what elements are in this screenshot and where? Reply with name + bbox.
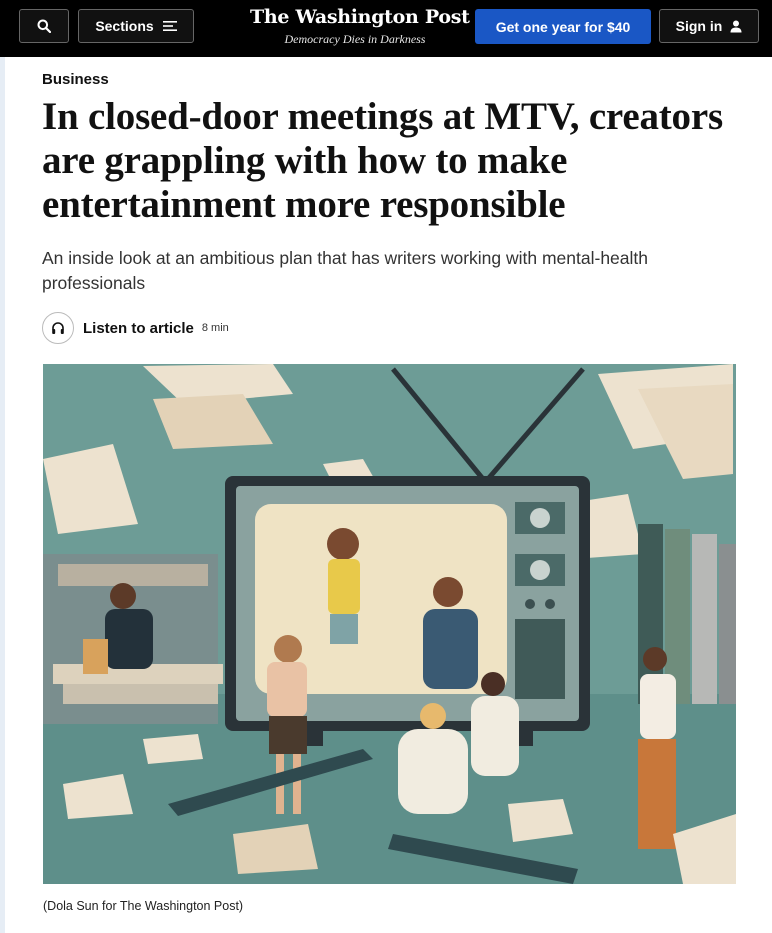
subscribe-button[interactable]: Get one year for $40 xyxy=(475,9,651,44)
article-headline: In closed-door meetings at MTV, creators… xyxy=(42,95,723,226)
page-edge xyxy=(0,0,5,933)
masthead-tagline: Democracy Dies in Darkness xyxy=(284,32,426,46)
masthead[interactable]: The Washington Post Democracy Dies in Da… xyxy=(250,3,470,47)
image-caption: (Dola Sun for The Washington Post) xyxy=(43,899,244,913)
illustration-art xyxy=(43,364,736,884)
headphones-icon-circle[interactable] xyxy=(42,312,74,344)
listen-label: Listen to article xyxy=(83,319,194,337)
hamburger-icon xyxy=(162,21,177,31)
article-section-kicker[interactable]: Business xyxy=(42,71,109,88)
top-navigation-bar: Sections The Washington Post Democracy D… xyxy=(0,0,772,57)
article-subheadline: An inside look at an ambitious plan that… xyxy=(42,248,649,293)
listen-to-article-button[interactable]: Listen to article 8 min xyxy=(42,311,229,345)
sections-label: Sections xyxy=(95,18,154,34)
sections-menu-button[interactable]: Sections xyxy=(78,9,194,43)
search-icon xyxy=(37,19,51,33)
sign-in-button[interactable]: Sign in xyxy=(659,9,759,43)
sign-in-label: Sign in xyxy=(675,18,723,34)
masthead-logo[interactable]: The Washington Post xyxy=(250,6,470,28)
user-icon xyxy=(730,20,742,32)
headphones-icon xyxy=(52,322,64,334)
search-button[interactable] xyxy=(19,9,69,43)
lead-illustration xyxy=(43,364,736,884)
listen-duration: 8 min xyxy=(201,322,229,334)
